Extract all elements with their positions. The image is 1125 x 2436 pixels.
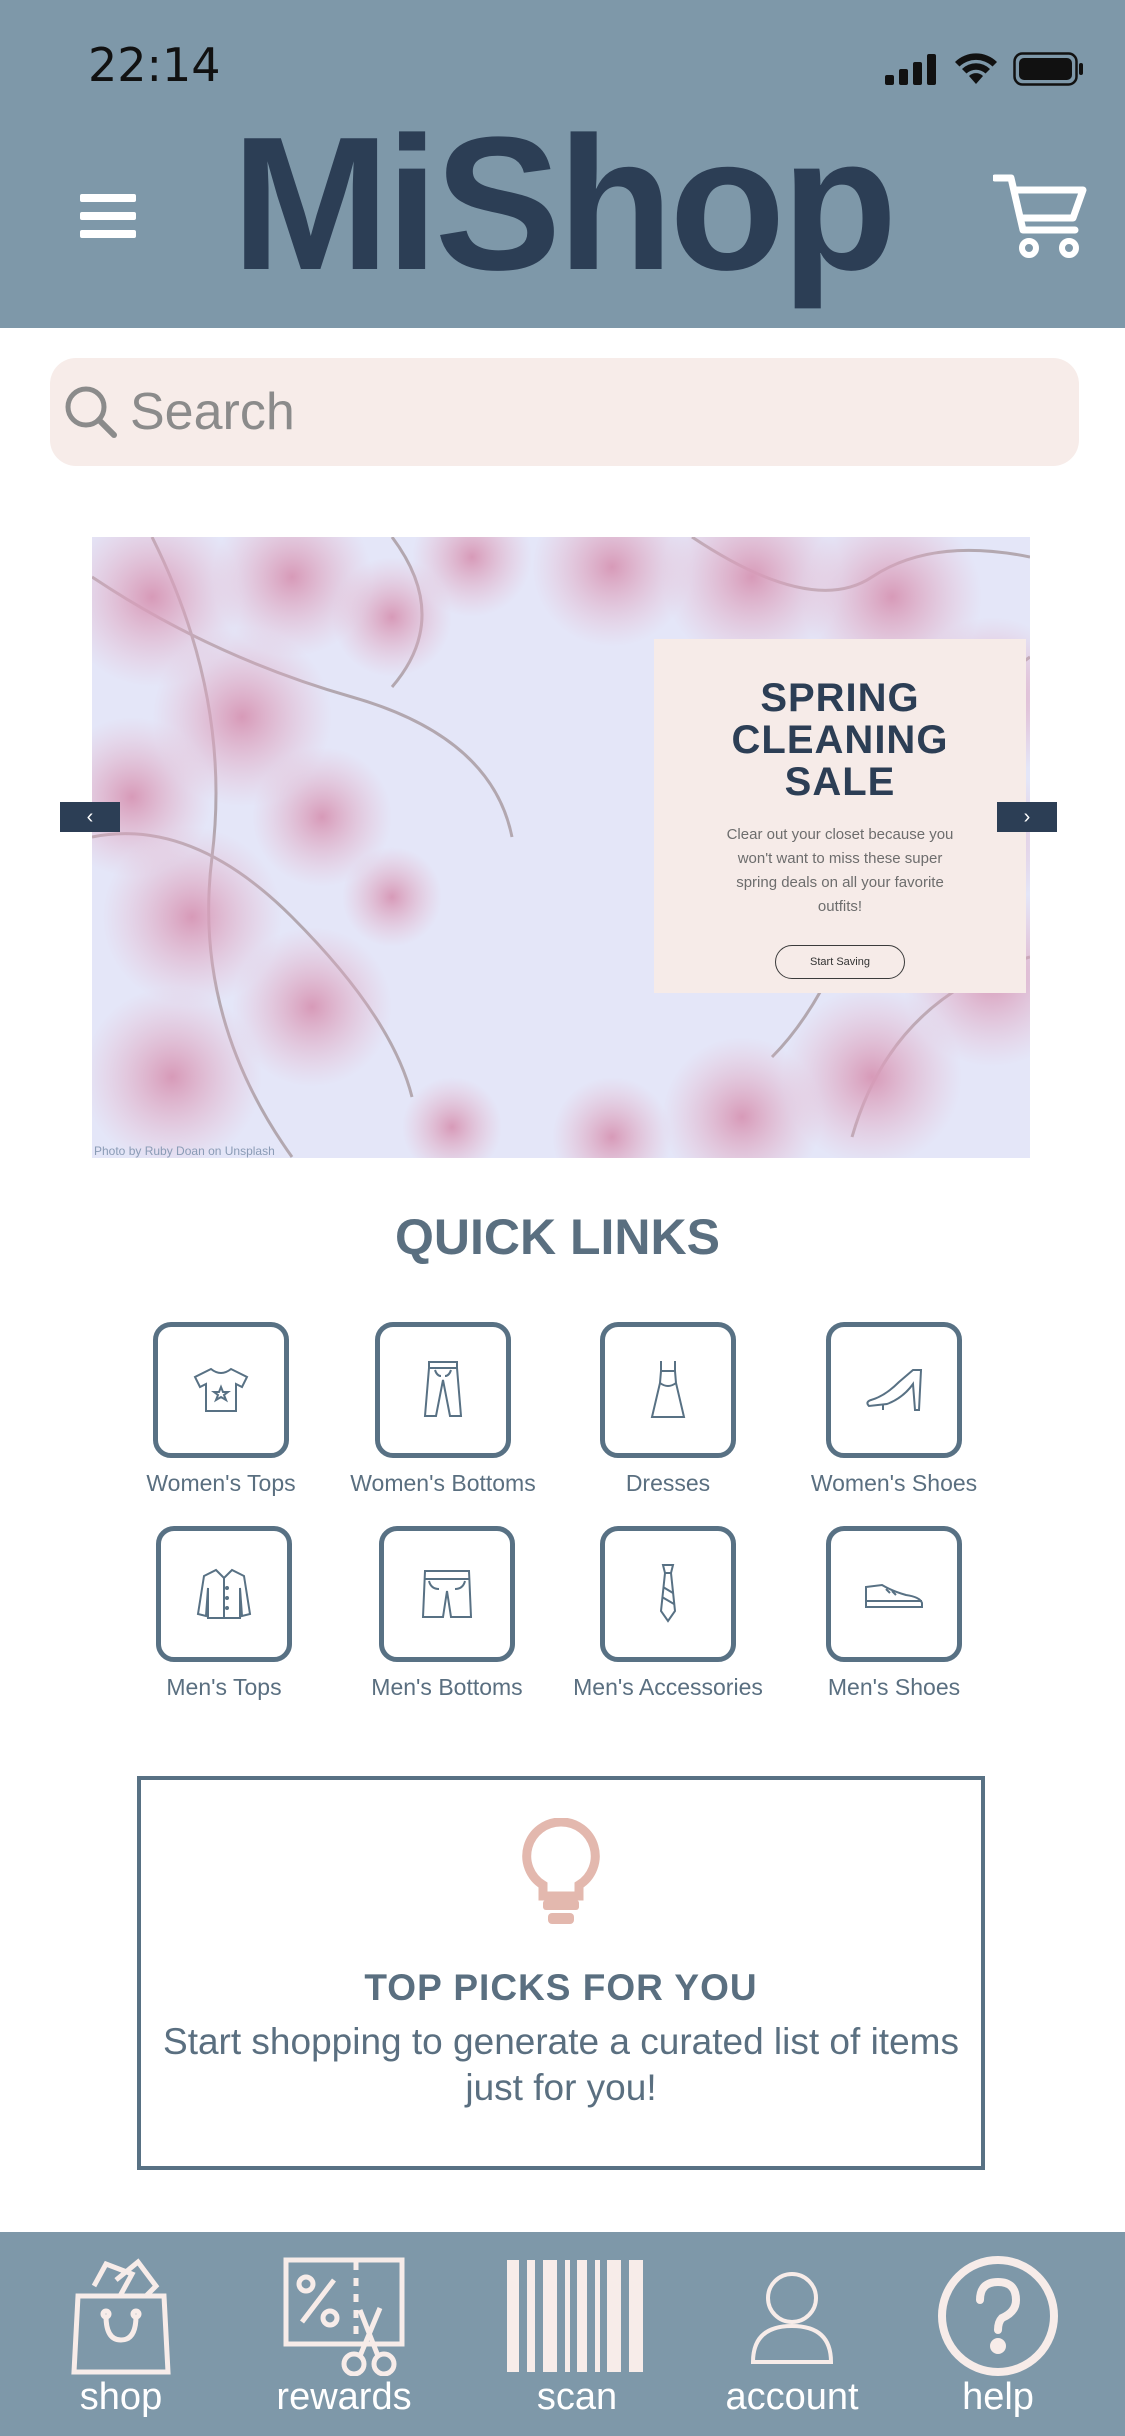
search-icon [65,386,117,438]
womens-bottoms-icon [423,1361,463,1417]
nav-account[interactable]: account [682,2232,902,2436]
photo-credit: Photo by Ruby Doan on Unsplash [94,1144,275,1158]
quick-link-tile [379,1526,515,1662]
quick-link-label: Dresses [625,1470,711,1496]
signal-icon [885,54,936,85]
quick-link-mens-accessories[interactable]: Men's Accessories [563,1526,773,1701]
quick-link-label: Men's Tops [166,1674,282,1700]
promo-title-line: CLEANING [731,718,949,762]
promo-title-line: SALE [784,760,896,804]
quick-link-label: Women's Shoes [810,1470,978,1496]
user-icon [750,2272,834,2364]
mens-shirt-icon [196,1568,252,1619]
nav-help[interactable]: help [888,2232,1108,2436]
nav-icon-wrap [467,2256,687,2376]
quick-link-womens-bottoms[interactable]: Women's Bottoms [338,1322,548,1497]
dress-icon [650,1361,686,1418]
lightbulb-icon [522,1817,600,1924]
quick-link-dresses[interactable]: Dresses [563,1322,773,1497]
quick-link-label: Men's Bottoms [371,1674,523,1700]
shopping-bag-icon [71,2258,171,2375]
coupon-icon [283,2257,405,2376]
wifi-icon [955,53,997,84]
start-saving-button[interactable]: Start Saving [775,945,905,979]
nav-icon-wrap [888,2256,1108,2376]
nav-shop[interactable]: shop [11,2232,231,2436]
brand-logo: MiShop [231,98,898,310]
picks-icon-wrap [141,1817,981,1933]
shorts-icon [421,1570,473,1618]
quick-link-tile [600,1322,736,1458]
quick-link-womens-tops[interactable]: Women's Tops [116,1322,326,1497]
carousel-next-button[interactable]: › [997,802,1057,832]
quick-link-mens-shoes[interactable]: Men's Shoes [789,1526,999,1701]
nav-label: help [962,2376,1034,2418]
quick-links-title: QUICK LINKS [395,1209,720,1265]
nav-icon-wrap [234,2256,454,2376]
quick-link-womens-shoes[interactable]: Women's Shoes [789,1322,999,1497]
quick-link-tile [156,1526,292,1662]
help-icon [938,2256,1058,2376]
carousel-prev-button[interactable]: ‹ [60,802,120,832]
quick-link-label: Men's Shoes [827,1674,961,1700]
mens-shoe-icon [865,1583,923,1608]
promo-banner: SPRING CLEANING SALE Clear out your clos… [92,537,1030,1158]
nav-label: account [725,2376,859,2418]
nav-label: rewards [276,2376,412,2418]
nav-rewards[interactable]: rewards [234,2232,454,2436]
quick-link-tile [600,1526,736,1662]
promo-title: SPRING CLEANING SALE [654,677,1026,803]
quick-link-label: Men's Accessories [573,1674,763,1700]
barcode-icon [507,2260,643,2372]
bottom-nav: shop rewards scan account help [0,2232,1125,2436]
nav-icon-wrap [11,2256,231,2376]
heel-shoe-icon [866,1369,923,1411]
top-picks-title: TOP PICKS FOR YOU [364,1967,758,2008]
womens-top-icon [193,1367,249,1412]
quick-link-label: Women's Tops [146,1470,296,1496]
quick-link-mens-bottoms[interactable]: Men's Bottoms [342,1526,552,1701]
tie-icon [659,1564,677,1623]
quick-link-tile [153,1322,289,1458]
cart-button[interactable] [991,172,1089,260]
search-bar[interactable] [50,358,1079,466]
battery-icon [1013,52,1083,86]
nav-icon-wrap [682,2256,902,2376]
promo-description: Clear out your closet because you won't … [726,826,954,915]
quick-link-tile [826,1526,962,1662]
top-picks-card: TOP PICKS FOR YOU Start shopping to gene… [137,1776,985,2170]
status-icons [885,52,1085,86]
promo-card: SPRING CLEANING SALE Clear out your clos… [654,639,1026,993]
promo-title-line: SPRING [760,676,920,720]
app-header: 22:14 MiShop [0,0,1125,328]
nav-label: scan [536,2376,618,2418]
quick-link-tile [375,1322,511,1458]
search-input[interactable] [128,381,1032,443]
quick-link-tile [826,1322,962,1458]
nav-scan[interactable]: scan [467,2232,687,2436]
quick-link-label: Women's Bottoms [350,1470,536,1496]
top-picks-text: Start shopping to generate a curated lis… [163,2021,959,2108]
nav-label: shop [79,2376,163,2418]
status-time: 22:14 [88,38,221,92]
quick-link-mens-tops[interactable]: Men's Tops [119,1526,329,1701]
cart-icon [991,174,1087,258]
